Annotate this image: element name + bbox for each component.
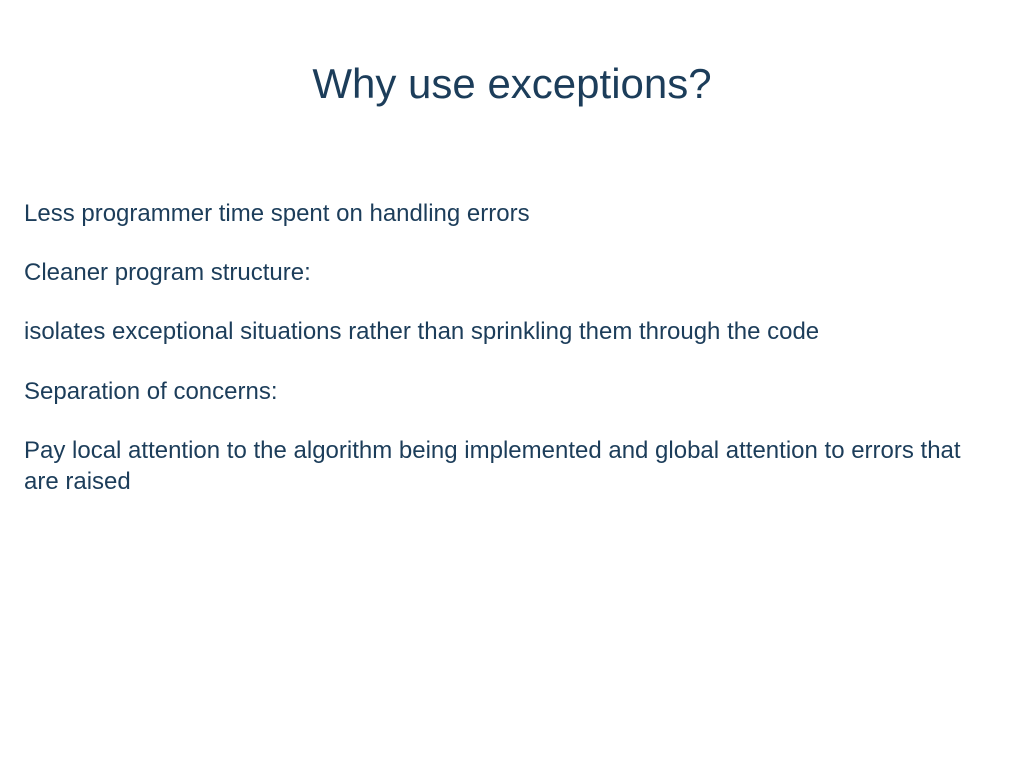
body-paragraph: Pay local attention to the algorithm bei… xyxy=(24,435,984,497)
slide-container: Why use exceptions? Less programmer time… xyxy=(0,0,1024,768)
body-paragraph: isolates exceptional situations rather t… xyxy=(24,316,984,347)
body-paragraph: Separation of concerns: xyxy=(24,376,984,407)
slide-title: Why use exceptions? xyxy=(20,60,1004,108)
body-paragraph: Less programmer time spent on handling e… xyxy=(24,198,984,229)
body-paragraph: Cleaner program structure: xyxy=(24,257,984,288)
slide-body: Less programmer time spent on handling e… xyxy=(20,198,1004,497)
